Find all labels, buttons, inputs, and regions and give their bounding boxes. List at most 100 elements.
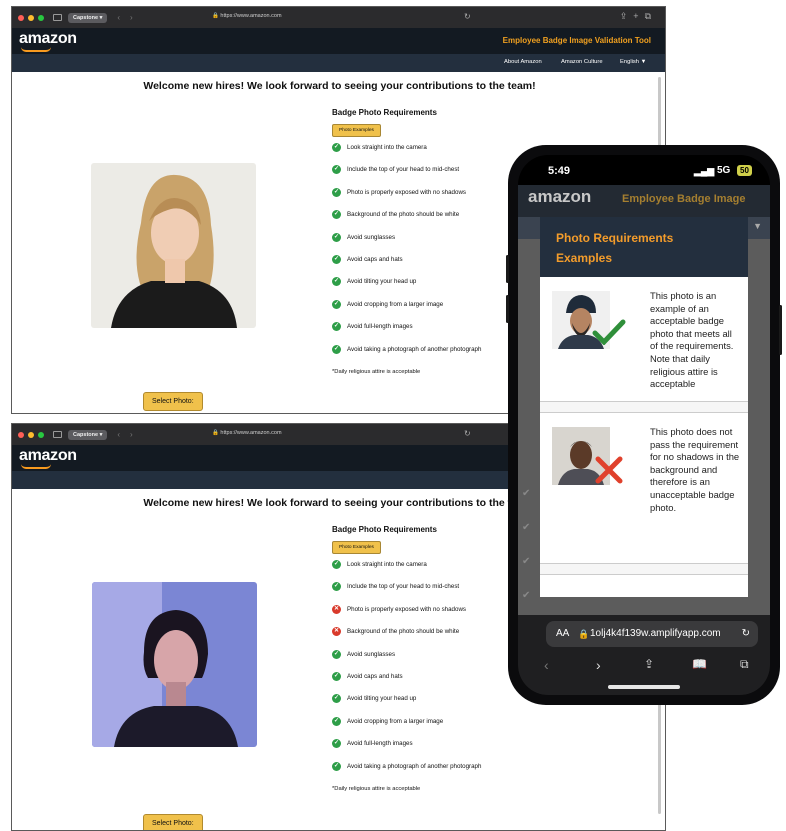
attire-note: *Daily religious attire is acceptable: [332, 368, 421, 375]
nav-language[interactable]: English ▼: [620, 59, 646, 65]
phone-amazon-header: amazon Employee Badge Image: [518, 185, 770, 217]
close-window-icon[interactable]: [18, 14, 24, 21]
address-text: https://www.amazon.com: [220, 430, 282, 436]
modal-title-line2: Examples: [556, 251, 613, 265]
background-checks: ✔ ✔ ✔ ✔: [522, 488, 531, 601]
title-bar: Capstone ▾ ‹› 🔒 https://www.amazon.com ↻…: [12, 7, 665, 28]
cross-mark-icon: [595, 456, 623, 484]
check-circle-icon: ✓: [332, 582, 341, 592]
requirements-list: ✓ Look straight into the camera ✓ Include t…: [332, 560, 532, 784]
requirement-text: Include the top of your head to mid-ches…: [347, 583, 460, 591]
reload-icon[interactable]: ↻: [742, 621, 750, 647]
zoom-window-icon[interactable]: [38, 14, 44, 21]
select-photo-button[interactable]: Select Photo:: [143, 392, 203, 411]
status-bar: 5:49 ▂▄▆ 5G 50: [518, 155, 770, 185]
tab-group-pill[interactable]: Capstone ▾: [68, 12, 108, 23]
requirement-item: ✓ Avoid sunglasses: [332, 232, 532, 255]
tabs-icon[interactable]: ⧉: [740, 657, 749, 672]
amazon-header: amazon Employee Badge Image Validation T…: [12, 28, 665, 54]
check-circle-icon: ✓: [332, 671, 341, 681]
modal-title-line1: Photo Requirements: [556, 231, 674, 245]
address-bar[interactable]: 🔒 https://www.amazon.com: [212, 430, 282, 436]
address-bar[interactable]: 🔒 https://www.amazon.com: [212, 13, 282, 19]
forward-icon[interactable]: ›: [596, 657, 601, 673]
amazon-logo[interactable]: amazon: [19, 447, 77, 465]
zoom-window-icon[interactable]: [38, 431, 44, 438]
requirements-panel: Badge Photo Requirements Photo Examples …: [332, 525, 532, 792]
requirement-text: Avoid full-length images: [347, 740, 413, 748]
select-photo-button[interactable]: Select Photo:: [143, 814, 203, 830]
reload-icon[interactable]: ↻: [464, 12, 471, 21]
traffic-lights: [18, 14, 44, 21]
power-button: [779, 305, 782, 355]
example-row-acceptable: This photo is an example of an acceptabl…: [540, 277, 748, 401]
requirement-text: Avoid full-length images: [347, 323, 413, 331]
toolbar-right-icons[interactable]: ⇪+⧉: [620, 11, 657, 22]
amazon-logo[interactable]: amazon: [19, 30, 77, 48]
welcome-heading: Welcome new hires! We look forward to se…: [143, 80, 536, 92]
sidebar-toggle-icon[interactable]: [53, 14, 62, 21]
requirements-panel: Badge Photo Requirements Photo Examples …: [332, 108, 532, 375]
minimize-window-icon[interactable]: [28, 431, 34, 438]
requirement-text: Avoid taking a photograph of another pho…: [347, 345, 482, 353]
back-icon[interactable]: ‹: [544, 657, 549, 673]
status-time: 5:49: [548, 165, 571, 177]
requirement-text: Avoid sunglasses: [347, 650, 396, 658]
iphone-mockup: 5:49 ▂▄▆ 5G 50 amazon Employee Badge Ima…: [506, 145, 782, 705]
minimize-window-icon[interactable]: [28, 14, 34, 21]
requirement-item: ✓ Include the top of your head to mid-che…: [332, 165, 532, 187]
safari-address-bar[interactable]: AA 🔒 1olj4k4f139w.amplifyapp.com ↻: [546, 621, 758, 647]
check-circle-icon: ✓: [332, 254, 341, 264]
home-indicator: [608, 685, 680, 689]
requirements-title: Badge Photo Requirements: [332, 108, 437, 117]
requirement-text: Photo is properly exposed with no shadow…: [347, 188, 467, 196]
dynamic-island: [600, 161, 686, 183]
back-forward-icon[interactable]: ‹›: [117, 430, 142, 439]
check-circle-icon: ✓: [332, 694, 341, 704]
phone-tool-title: Employee Badge Image: [622, 193, 746, 205]
check-circle-icon: ✓: [332, 344, 341, 354]
check-circle-icon: ✓: [332, 232, 341, 242]
x-circle-icon: ✕: [332, 604, 341, 614]
example-row-unacceptable: This photo does not pass the requirement…: [540, 413, 748, 537]
check-circle-icon: ✓: [332, 187, 341, 197]
requirement-text: Look straight into the camera: [347, 144, 427, 151]
requirement-item: ✓ Background of the photo should be white: [332, 210, 532, 232]
example-divider: [540, 401, 748, 413]
photo-examples-button[interactable]: Photo Examples: [332, 124, 381, 137]
phone-amazon-logo: amazon: [528, 187, 592, 206]
requirement-item: ✓ Look straight into the camera: [332, 143, 532, 165]
requirement-text: Avoid tilting your head up: [347, 278, 417, 286]
share-icon[interactable]: ⇪: [644, 657, 654, 671]
sidebar-toggle-icon[interactable]: [53, 431, 62, 438]
requirement-item: ✓ Avoid caps and hats: [332, 254, 532, 277]
requirement-text: Photo is properly exposed with no shadow…: [347, 605, 467, 613]
requirement-item: ✓ Avoid tilting your head up: [332, 694, 532, 716]
requirement-text: Avoid caps and hats: [347, 255, 403, 263]
check-circle-icon: ✓: [332, 739, 341, 749]
safari-nav-bar: ‹ › ⇪ 📖 ⧉: [518, 657, 770, 677]
reload-icon[interactable]: ↻: [464, 429, 471, 438]
requirement-text: Avoid taking a photograph of another pho…: [347, 762, 482, 770]
tab-group-pill[interactable]: Capstone ▾: [68, 429, 108, 440]
nav-culture[interactable]: Amazon Culture: [561, 59, 603, 65]
close-window-icon[interactable]: [18, 431, 24, 438]
requirement-item: ✓ Look straight into the camera: [332, 560, 532, 582]
requirement-item: ✓ Avoid full-length images: [332, 739, 532, 761]
requirement-text: Avoid cropping from a larger image: [347, 300, 444, 308]
reader-aa-button[interactable]: AA: [556, 621, 569, 647]
photo-examples-button[interactable]: Photo Examples: [332, 541, 381, 554]
check-circle-icon: ✓: [332, 277, 341, 287]
check-circle-icon: ✓: [332, 560, 341, 569]
nav-about[interactable]: About Amazon: [504, 59, 542, 65]
photo-examples-modal: Photo Requirements Examples This photo i…: [540, 217, 748, 597]
requirement-text: Look straight into the camera: [347, 561, 427, 568]
network-label: 5G: [717, 165, 731, 176]
example-divider: [540, 563, 748, 575]
attire-note: *Daily religious attire is acceptable: [332, 785, 421, 792]
back-forward-icon[interactable]: ‹›: [117, 13, 142, 22]
tool-title: Employee Badge Image Validation Tool: [502, 36, 651, 45]
requirement-item: ✓ Avoid taking a photograph of another ph…: [332, 344, 532, 367]
bookmarks-icon[interactable]: 📖: [692, 657, 707, 671]
address-text: https://www.amazon.com: [220, 13, 282, 19]
